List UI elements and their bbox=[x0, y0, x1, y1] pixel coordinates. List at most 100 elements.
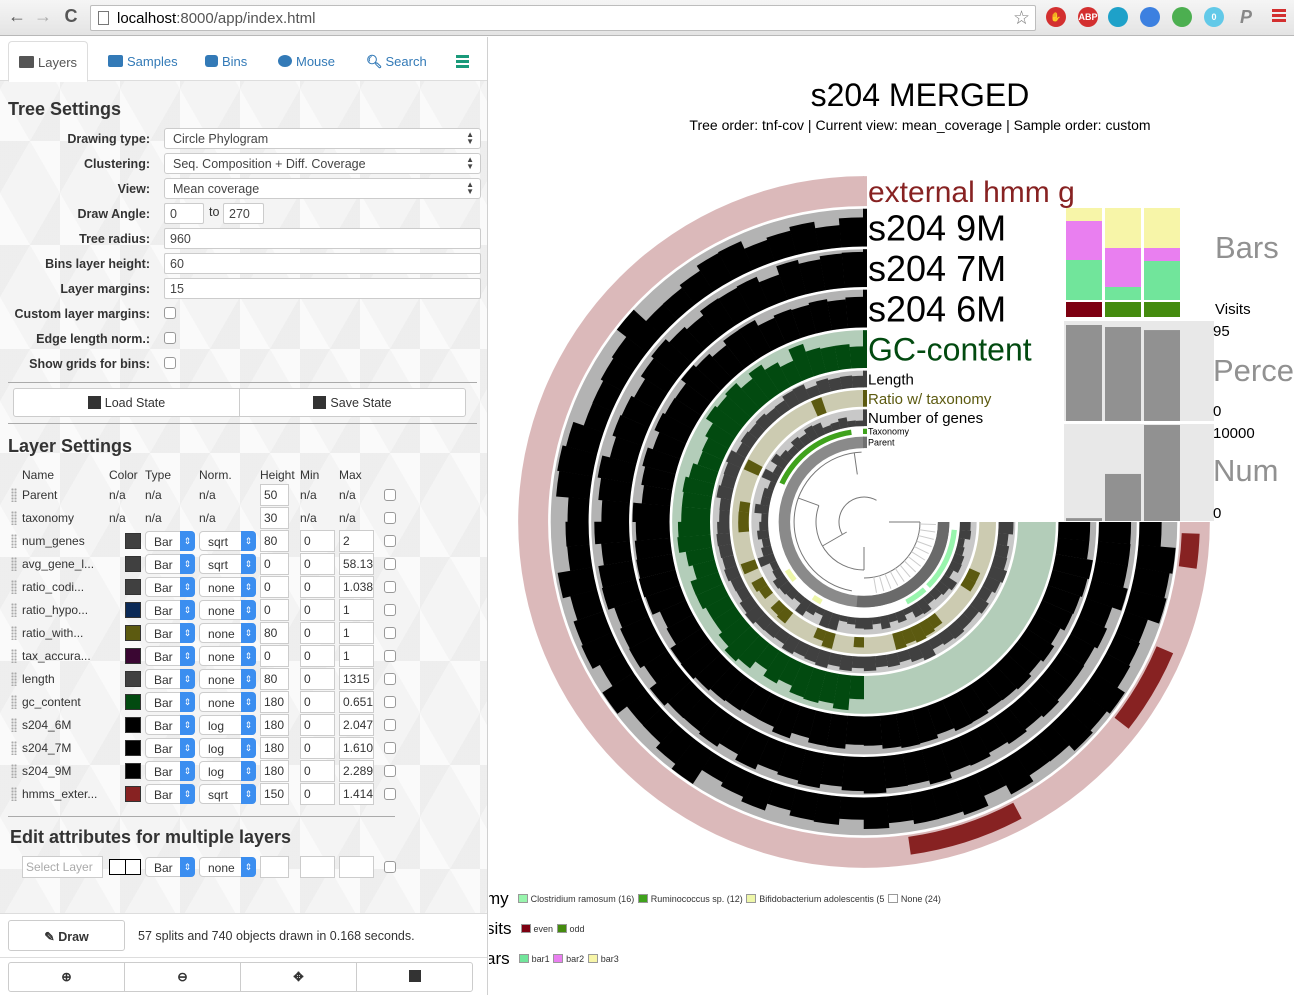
layer-min-input[interactable]: 0 bbox=[300, 760, 335, 782]
tree-radius-input[interactable]: 960 bbox=[164, 228, 481, 249]
address-bar[interactable]: localhost:8000/app/index.html ☆ bbox=[90, 5, 1036, 31]
drag-handle-icon[interactable] bbox=[11, 764, 17, 778]
layer-color-swatch[interactable] bbox=[125, 763, 141, 779]
layer-height-input[interactable]: 80 bbox=[260, 668, 289, 690]
edge-length-norm-checkbox[interactable] bbox=[164, 332, 176, 344]
drag-handle-icon[interactable] bbox=[11, 672, 17, 686]
layer-norm-select[interactable]: none ⇕ bbox=[199, 600, 256, 620]
tab-mouse[interactable]: Mouse bbox=[268, 41, 345, 81]
layer-type-select[interactable]: Bar ⇕ bbox=[145, 623, 195, 643]
layer-type-select[interactable]: Bar ⇕ bbox=[145, 531, 195, 551]
layer-height-input[interactable]: 180 bbox=[260, 714, 289, 736]
drag-handle-icon[interactable] bbox=[11, 534, 17, 548]
layer-height-input[interactable]: 0 bbox=[260, 645, 289, 667]
layer-max-input[interactable]: 1315 bbox=[339, 668, 374, 690]
layer-norm-select[interactable]: none ⇕ bbox=[199, 577, 256, 597]
zoom-in-button[interactable]: ⊕ bbox=[8, 962, 125, 992]
layer-select-checkbox[interactable] bbox=[384, 696, 396, 708]
layer-select-checkbox[interactable] bbox=[384, 558, 396, 570]
ghostery-extension[interactable]: 0 bbox=[1204, 7, 1224, 27]
layer-type-select[interactable]: Bar ⇕ bbox=[145, 669, 195, 689]
layer-color-swatch[interactable] bbox=[125, 694, 141, 710]
layer-type-select[interactable]: Bar ⇕ bbox=[145, 692, 195, 712]
drag-handle-icon[interactable] bbox=[11, 580, 17, 594]
drawing-type-select[interactable]: Circle Phylogram ▲ ▼ bbox=[164, 128, 481, 149]
multi-height-input[interactable] bbox=[260, 856, 289, 878]
save-state-button[interactable]: Save State bbox=[239, 388, 466, 417]
layer-max-input[interactable]: 2 bbox=[339, 530, 374, 552]
layer-min-input[interactable]: 0 bbox=[300, 737, 335, 759]
layer-select-checkbox[interactable] bbox=[384, 788, 396, 800]
back-button[interactable]: ← bbox=[6, 6, 28, 27]
layer-min-input[interactable]: 0 bbox=[300, 599, 335, 621]
layer-type-select[interactable]: Bar ⇕ bbox=[145, 715, 195, 735]
layer-select-checkbox[interactable] bbox=[384, 604, 396, 616]
layer-select-checkbox[interactable] bbox=[384, 719, 396, 731]
layer-height-input[interactable]: 180 bbox=[260, 760, 289, 782]
green-bubble-extension[interactable] bbox=[1172, 7, 1192, 27]
layer-norm-select[interactable]: none ⇕ bbox=[199, 623, 256, 643]
layer-height-input[interactable]: 0 bbox=[260, 599, 289, 621]
center-button[interactable]: ✥ bbox=[240, 962, 357, 992]
diamond-extension[interactable] bbox=[1140, 7, 1160, 27]
layer-max-input[interactable]: 0.651 bbox=[339, 691, 374, 713]
draw-button[interactable]: ✎ Draw bbox=[8, 920, 125, 951]
multi-max-input[interactable] bbox=[339, 856, 374, 878]
layer-max-input[interactable]: 1.414 bbox=[339, 783, 374, 805]
layer-select-checkbox[interactable] bbox=[384, 673, 396, 685]
layer-color-swatch[interactable] bbox=[125, 556, 141, 572]
layer-select-checkbox[interactable] bbox=[384, 765, 396, 777]
drag-handle-icon[interactable] bbox=[11, 741, 17, 755]
layer-norm-select[interactable]: log ⇕ bbox=[199, 761, 256, 781]
color-picker[interactable] bbox=[109, 859, 141, 875]
drag-handle-icon[interactable] bbox=[11, 511, 17, 525]
layer-norm-select[interactable]: none ⇕ bbox=[199, 692, 256, 712]
network-extension[interactable] bbox=[1108, 7, 1128, 27]
layer-height-input[interactable]: 180 bbox=[260, 691, 289, 713]
layer-max-input[interactable]: 2.047 bbox=[339, 714, 374, 736]
layer-min-input[interactable]: 0 bbox=[300, 645, 335, 667]
layer-height-input[interactable]: 80 bbox=[260, 530, 289, 552]
drag-handle-icon[interactable] bbox=[11, 488, 17, 502]
drag-handle-icon[interactable] bbox=[11, 626, 17, 640]
layer-type-select[interactable]: Bar ⇕ bbox=[145, 646, 195, 666]
layer-select-checkbox[interactable] bbox=[384, 650, 396, 662]
layer-min-input[interactable]: 0 bbox=[300, 714, 335, 736]
drag-handle-icon[interactable] bbox=[11, 557, 17, 571]
layer-color-swatch[interactable] bbox=[125, 717, 141, 733]
multi-type-select[interactable]: Bar ⇕ bbox=[145, 857, 195, 877]
layer-min-input[interactable]: 0 bbox=[300, 530, 335, 552]
layer-norm-select[interactable]: sqrt ⇕ bbox=[199, 531, 256, 551]
layer-color-swatch[interactable] bbox=[125, 740, 141, 756]
layer-select-checkbox[interactable] bbox=[384, 742, 396, 754]
view-select[interactable]: Mean coverage ▲ ▼ bbox=[164, 178, 481, 199]
bins-layer-height-input[interactable]: 60 bbox=[164, 253, 481, 274]
layer-height-input[interactable]: 0 bbox=[260, 576, 289, 598]
layer-type-select[interactable]: Bar ⇕ bbox=[145, 761, 195, 781]
layer-type-select[interactable]: Bar ⇕ bbox=[145, 554, 195, 574]
layer-norm-select[interactable]: none ⇕ bbox=[199, 669, 256, 689]
layer-min-input[interactable]: 0 bbox=[300, 622, 335, 644]
clustering-select[interactable]: Seq. Composition + Diff. Coverage ▲ ▼ bbox=[164, 153, 481, 174]
hamburger-menu-icon[interactable] bbox=[456, 55, 469, 68]
layer-color-swatch[interactable] bbox=[125, 602, 141, 618]
layer-select-checkbox[interactable] bbox=[384, 512, 396, 524]
layer-min-input[interactable]: 0 bbox=[300, 576, 335, 598]
tab-search[interactable]: 🔍︎ Search bbox=[356, 41, 437, 81]
layer-max-input[interactable]: 1 bbox=[339, 622, 374, 644]
layer-min-input[interactable]: 0 bbox=[300, 668, 335, 690]
multi-norm-select[interactable]: none ⇕ bbox=[199, 857, 256, 877]
layer-max-input[interactable]: 1.038 bbox=[339, 576, 374, 598]
p-extension[interactable]: P bbox=[1236, 7, 1256, 27]
layer-color-swatch[interactable] bbox=[125, 671, 141, 687]
layer-color-swatch[interactable] bbox=[125, 625, 141, 641]
layer-norm-select[interactable]: sqrt ⇕ bbox=[199, 554, 256, 574]
tab-layers[interactable]: Layers bbox=[8, 41, 89, 82]
select-layer-input[interactable]: Select Layer bbox=[22, 856, 103, 878]
layer-min-input[interactable]: 0 bbox=[300, 783, 335, 805]
layer-type-select[interactable]: Bar ⇕ bbox=[145, 738, 195, 758]
load-state-button[interactable]: Load State bbox=[13, 388, 240, 417]
stop-hand-extension[interactable]: ✋ bbox=[1046, 7, 1066, 27]
layer-color-swatch[interactable] bbox=[125, 648, 141, 664]
drag-handle-icon[interactable] bbox=[11, 603, 17, 617]
